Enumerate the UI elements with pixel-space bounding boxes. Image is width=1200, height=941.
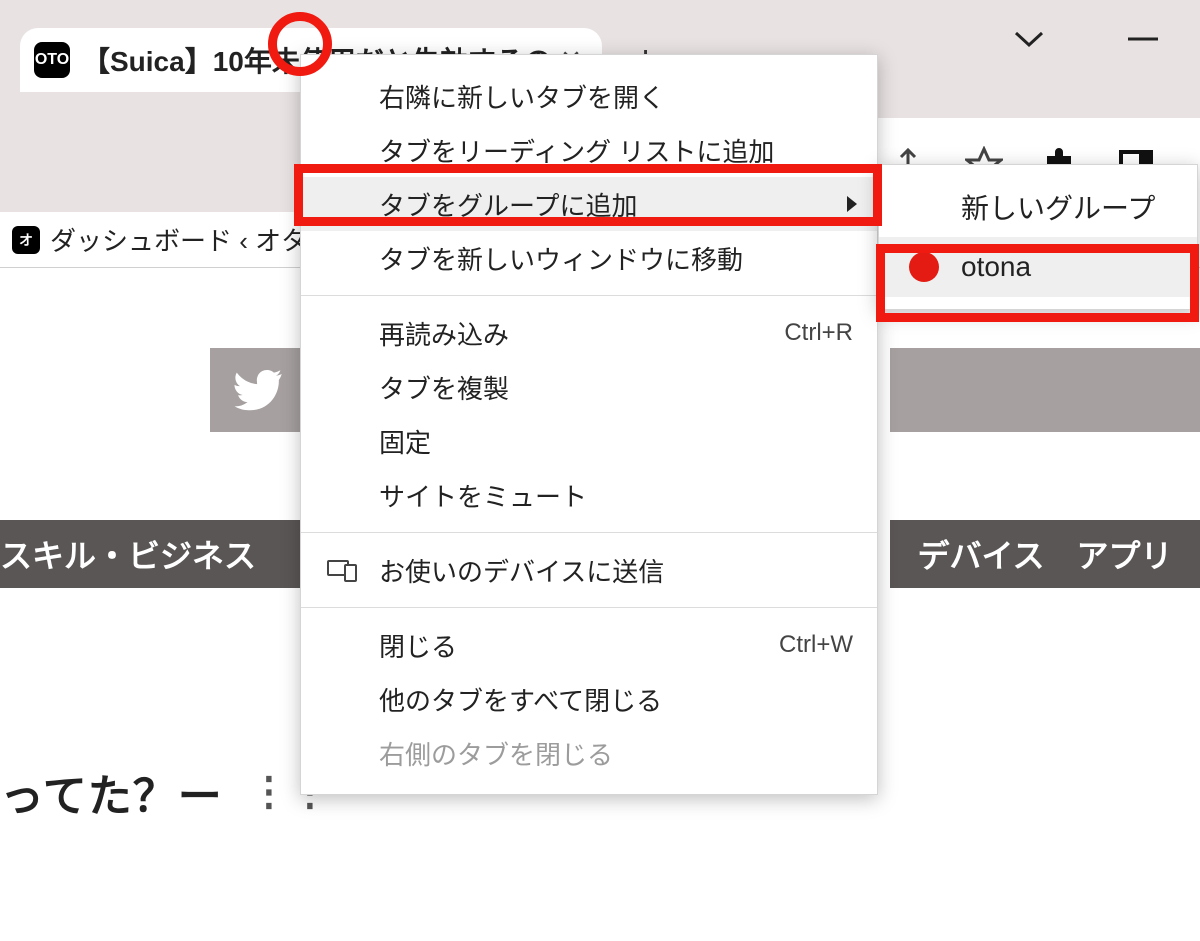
ctx-duplicate[interactable]: タブを複製 bbox=[301, 360, 877, 414]
ctx-close-label: 閉じる bbox=[379, 627, 457, 664]
ctx-reload[interactable]: 再読み込み Ctrl+R bbox=[301, 306, 877, 360]
ctx-add-to-group-label: タブをグループに追加 bbox=[379, 186, 637, 223]
ctx-separator bbox=[301, 532, 877, 533]
tab-context-menu: 右隣に新しいタブを開く タブをリーディング リストに追加 タブをグループに追加 … bbox=[300, 54, 878, 795]
nav-category-skill-business[interactable]: スキル・ビジネス bbox=[0, 520, 302, 588]
submenu-group-otona[interactable]: otona bbox=[879, 237, 1197, 297]
group-submenu: 新しいグループ otona bbox=[878, 164, 1198, 310]
ctx-close-shortcut: Ctrl+W bbox=[779, 631, 853, 659]
header-grey-block bbox=[890, 348, 1200, 432]
nav-category-device-app[interactable]: デバイス アプリ bbox=[890, 520, 1200, 588]
article-heading: ってた？ー ⋮⋮ bbox=[0, 760, 331, 824]
group-color-dot bbox=[909, 252, 939, 282]
ctx-send-to-device-label: お使いのデバイスに送信 bbox=[379, 552, 664, 589]
ctx-open-right[interactable]: 右隣に新しいタブを開く bbox=[301, 69, 877, 123]
submenu-new-group-label: 新しいグループ bbox=[961, 187, 1155, 227]
ctx-send-to-device[interactable]: お使いのデバイスに送信 bbox=[301, 543, 877, 597]
ctx-move-new-window[interactable]: タブを新しいウィンドウに移動 bbox=[301, 231, 877, 285]
ctx-add-reading-list[interactable]: タブをリーディング リストに追加 bbox=[301, 123, 877, 177]
submenu-new-group[interactable]: 新しいグループ bbox=[879, 177, 1197, 237]
tabs-dropdown-icon[interactable] bbox=[1012, 28, 1046, 50]
bookmark-favicon: オ bbox=[12, 226, 40, 254]
devices-icon bbox=[327, 558, 357, 582]
ctx-separator bbox=[301, 295, 877, 296]
ctx-pin[interactable]: 固定 bbox=[301, 414, 877, 468]
bookmark-item[interactable]: ダッシュボード ‹ オタス bbox=[50, 221, 333, 258]
ctx-reload-label: 再読み込み bbox=[379, 315, 509, 352]
minimize-icon[interactable] bbox=[1126, 28, 1160, 50]
article-heading-text: ってた？ー bbox=[0, 760, 223, 824]
ctx-mute[interactable]: サイトをミュート bbox=[301, 468, 877, 522]
ctx-reload-shortcut: Ctrl+R bbox=[784, 319, 853, 347]
ctx-close-right: 右側のタブを閉じる bbox=[301, 726, 877, 780]
ctx-close[interactable]: 閉じる Ctrl+W bbox=[301, 618, 877, 672]
twitter-link[interactable] bbox=[210, 348, 304, 432]
submenu-group-label: otona bbox=[961, 251, 1031, 283]
tab-favicon: OTO bbox=[34, 42, 70, 78]
ctx-close-others[interactable]: 他のタブをすべて閉じる bbox=[301, 672, 877, 726]
ctx-separator bbox=[301, 607, 877, 608]
ctx-add-to-group[interactable]: タブをグループに追加 bbox=[301, 177, 877, 231]
submenu-arrow-icon bbox=[847, 196, 857, 212]
